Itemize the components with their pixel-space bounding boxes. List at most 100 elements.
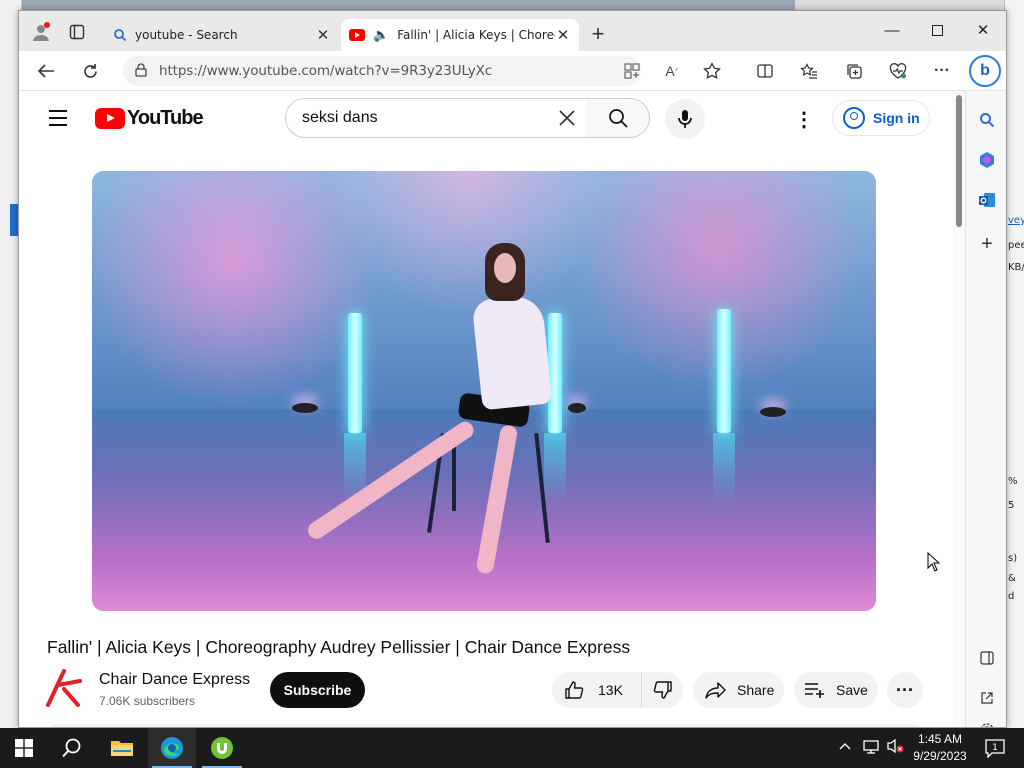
notification-center-button[interactable]: 1 — [984, 737, 1006, 759]
dislike-button[interactable] — [642, 680, 683, 700]
youtube-page: YouTube seksi dans ⋮ Sign in Fallin' | A… — [19, 91, 953, 727]
search-icon — [62, 738, 81, 758]
share-button[interactable]: Share — [693, 672, 784, 708]
app-available-icon[interactable] — [617, 57, 647, 85]
clock-time: 1:45 AM — [917, 732, 963, 746]
close-tab-icon[interactable]: ✕ — [555, 26, 571, 44]
tray-chevron-icon[interactable] — [839, 738, 851, 753]
settings-kebab-icon[interactable]: ⋮ — [789, 109, 819, 131]
address-bar[interactable]: https://www.youtube.com/watch?v=9R3y23UL… — [123, 56, 641, 86]
tab-youtube-search[interactable]: youtube - Search ✕ — [105, 19, 339, 51]
minimize-button[interactable]: — — [869, 15, 915, 45]
bg-text: vey — [1008, 215, 1024, 226]
folder-icon — [111, 741, 133, 756]
speaker-icon[interactable]: 🔈 — [373, 28, 389, 43]
collections-icon[interactable] — [839, 57, 869, 85]
clear-search-icon[interactable] — [555, 106, 579, 130]
bg-text: & — [1008, 573, 1016, 584]
subscribe-button[interactable]: Subscribe — [270, 672, 365, 708]
profile-icon[interactable] — [27, 19, 55, 45]
bg-text: d — [1008, 591, 1015, 602]
favorites-icon[interactable] — [794, 57, 824, 85]
video-title: Fallin' | Alicia Keys | Choreography Aud… — [47, 637, 631, 657]
like-button[interactable]: 13K — [552, 672, 642, 708]
account-circle-icon — [843, 107, 865, 129]
like-dislike-group: 13K — [552, 672, 683, 708]
volume-muted-icon[interactable] — [886, 738, 904, 757]
add-to-playlist-icon — [805, 683, 824, 698]
utorrent-button[interactable] — [198, 728, 246, 768]
refresh-icon[interactable] — [75, 57, 105, 85]
sidebar-search-icon[interactable] — [972, 105, 1002, 135]
bing-copilot-icon[interactable]: b — [969, 55, 1001, 87]
tab-bar: youtube - Search ✕ 🔈 Fallin' | Alicia Ke… — [19, 11, 1006, 51]
edge-taskbar-button[interactable] — [148, 728, 196, 768]
notification-icon: 1 — [985, 739, 1005, 758]
windows-taskbar: 1:45 AM 9/29/2023 1 — [0, 728, 1024, 768]
voice-search-button[interactable] — [665, 99, 705, 139]
youtube-logo[interactable]: YouTube — [95, 107, 204, 130]
background-window-right: vey peed KB/ % 5 s) & d — [1004, 0, 1024, 728]
search-input[interactable]: seksi dans — [285, 98, 587, 138]
search-icon — [608, 109, 628, 128]
menu-icon[interactable] — [47, 108, 69, 128]
settings-more-icon[interactable]: ··· — [927, 57, 957, 85]
search-button[interactable] — [586, 98, 650, 138]
thumbs-up-icon — [565, 681, 584, 699]
channel-avatar[interactable] — [46, 669, 84, 707]
sidebar-outlook-icon[interactable] — [972, 185, 1002, 215]
channel-name[interactable]: Chair Dance Express — [99, 671, 250, 689]
background-window-strip — [795, 0, 1024, 10]
maximize-button[interactable] — [914, 15, 960, 45]
edge-browser-window: youtube - Search ✕ 🔈 Fallin' | Alicia Ke… — [18, 10, 1007, 728]
bg-text: 5 — [1008, 500, 1015, 511]
start-button[interactable] — [0, 728, 48, 768]
close-window-button[interactable]: ✕ — [960, 15, 1006, 45]
mouse-cursor-icon — [927, 552, 941, 572]
sign-in-button[interactable]: Sign in — [832, 100, 930, 136]
youtube-logo-text: YouTube — [127, 107, 204, 129]
close-tab-icon[interactable]: ✕ — [315, 26, 331, 44]
browser-essentials-icon[interactable] — [883, 57, 913, 85]
page-scrollbar[interactable] — [953, 91, 965, 727]
sidebar-settings-icon[interactable] — [972, 715, 1002, 727]
tab-actions-icon[interactable] — [63, 19, 91, 45]
thumbs-down-icon — [653, 681, 672, 699]
file-explorer-button[interactable] — [98, 728, 146, 768]
sidebar-office-icon[interactable] — [972, 145, 1002, 175]
scrollbar-thumb[interactable] — [956, 95, 962, 227]
tab-title: youtube - Search — [135, 28, 238, 42]
new-tab-button[interactable]: + — [585, 21, 611, 47]
url-text: https://www.youtube.com/watch?v=9R3y23UL… — [159, 63, 493, 79]
edge-logo-icon — [161, 737, 183, 759]
split-screen-icon[interactable] — [750, 57, 780, 85]
sidebar-hide-icon[interactable] — [972, 643, 1002, 673]
read-aloud-icon[interactable]: Aᐟ — [657, 57, 687, 85]
more-actions-button[interactable]: ··· — [887, 672, 923, 708]
save-button[interactable]: Save — [794, 672, 878, 708]
favorite-star-icon[interactable] — [697, 57, 727, 85]
navigation-bar: https://www.youtube.com/watch?v=9R3y23UL… — [19, 51, 1006, 91]
save-label: Save — [836, 682, 868, 698]
video-player[interactable] — [92, 171, 876, 611]
like-count: 13K — [598, 682, 623, 698]
sidebar-add-icon[interactable]: + — [972, 229, 1002, 259]
youtube-play-icon — [95, 108, 125, 129]
sidebar-external-icon[interactable] — [972, 683, 1002, 713]
share-label: Share — [737, 682, 775, 698]
clock-date: 9/29/2023 — [913, 749, 967, 763]
sign-in-label: Sign in — [873, 110, 920, 126]
bg-text: peed — [1008, 240, 1024, 251]
youtube-favicon-icon — [349, 29, 365, 41]
lock-icon[interactable] — [123, 62, 159, 80]
subscriber-count: 7.06K subscribers — [99, 694, 196, 708]
windows-logo-icon — [15, 739, 33, 757]
bg-text: % — [1008, 476, 1018, 487]
network-icon[interactable] — [862, 738, 880, 757]
taskbar-search-button[interactable] — [48, 728, 96, 768]
tab-youtube-video[interactable]: 🔈 Fallin' | Alicia Keys | Choreog ✕ — [341, 19, 579, 51]
search-favicon-icon — [114, 29, 127, 42]
taskbar-clock[interactable]: 1:45 AM 9/29/2023 — [905, 731, 975, 765]
bg-text: s) — [1008, 553, 1018, 564]
back-arrow-icon[interactable] — [31, 57, 61, 85]
